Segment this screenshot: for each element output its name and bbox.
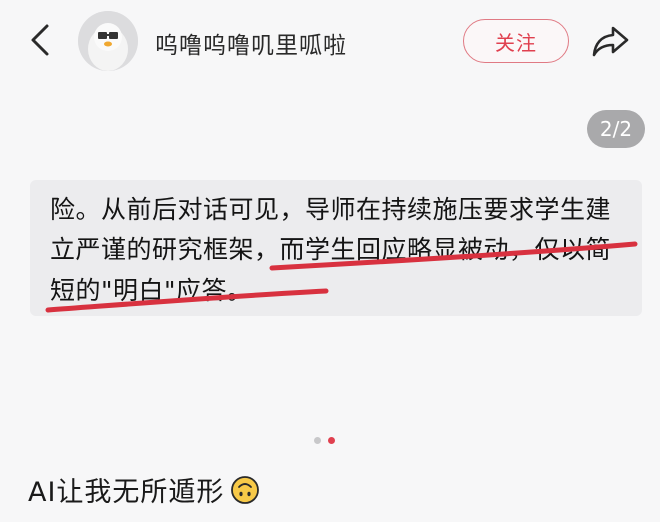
carousel-dots (314, 437, 335, 444)
content-line-1: 险。从前后对话可见，导师在持续施压要求学生建 (50, 195, 612, 224)
back-button[interactable] (20, 20, 60, 60)
upside-down-face-emoji-icon (231, 475, 260, 504)
top-bar: 呜噜呜噜叽里呱啦 关注 (0, 0, 660, 84)
content-line-2: 立严谨的研究框架，而学生回应略显被动，仅以简 (50, 235, 612, 264)
post-caption: AI让我无所遁形 (28, 470, 260, 509)
page-indicator-badge: 2/2 (587, 110, 645, 148)
caption-text: AI让我无所遁形 (28, 477, 225, 508)
avatar[interactable] (78, 11, 138, 71)
carousel-dot-2-active[interactable] (328, 437, 335, 444)
share-button[interactable] (588, 20, 634, 62)
avatar-image (78, 11, 138, 71)
carousel-dot-1[interactable] (314, 437, 321, 444)
content-line-3: 短的"明白"应答。 (50, 276, 253, 305)
follow-button[interactable]: 关注 (463, 19, 569, 63)
username[interactable]: 呜噜呜噜叽里呱啦 (155, 26, 347, 60)
chevron-left-icon (31, 24, 49, 56)
share-arrow-icon (592, 26, 629, 57)
